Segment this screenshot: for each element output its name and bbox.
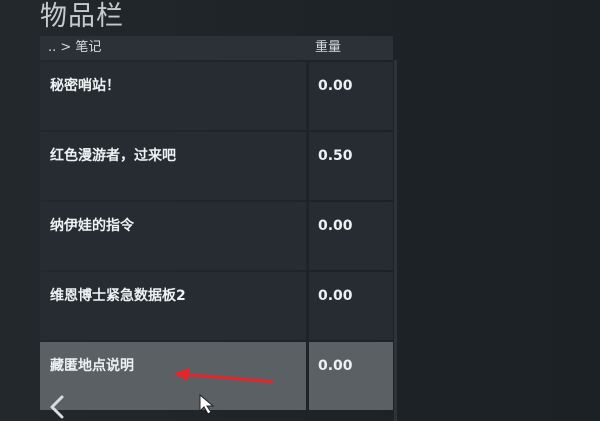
item-row[interactable]: 纳伊娃的指令 0.00 — [40, 202, 393, 270]
item-weight: 0.00 — [318, 218, 353, 234]
item-name: 秘密哨站！ — [50, 78, 120, 94]
item-weight-cell[interactable]: 0.50 — [309, 132, 393, 200]
item-name-cell[interactable]: 维恩博士紧急数据板2 — [40, 272, 306, 340]
item-weight-cell[interactable]: 0.00 — [309, 342, 393, 410]
weight-column-header[interactable]: 重量 — [315, 39, 341, 57]
item-name-cell[interactable]: 秘密哨站！ — [40, 62, 306, 130]
item-weight: 0.00 — [318, 288, 353, 304]
item-name: 维恩博士紧急数据板2 — [50, 288, 186, 304]
list-scrollbar[interactable] — [394, 60, 397, 421]
item-row[interactable]: 秘密哨站！ 0.00 — [40, 62, 393, 130]
inventory-screen: 物品栏 .. > 笔记 重量 秘密哨站！ 0.00 红色漫游者，过来吧 0.50… — [0, 0, 600, 421]
item-name-cell[interactable]: 纳伊娃的指令 — [40, 202, 306, 270]
mouse-cursor-icon — [199, 393, 215, 415]
item-row[interactable]: 红色漫游者，过来吧 0.50 — [40, 132, 393, 200]
item-weight-cell[interactable]: 0.00 — [309, 272, 393, 340]
item-weight: 0.50 — [318, 148, 353, 164]
item-weight: 0.00 — [318, 78, 353, 94]
item-name: 红色漫游者，过来吧 — [50, 148, 176, 164]
item-weight-cell[interactable]: 0.00 — [309, 62, 393, 130]
item-name-cell[interactable]: 红色漫游者，过来吧 — [40, 132, 306, 200]
item-weight-cell[interactable]: 0.00 — [309, 202, 393, 270]
chevron-left-icon[interactable] — [48, 394, 66, 420]
item-weight: 0.00 — [318, 358, 353, 374]
item-name: 纳伊娃的指令 — [50, 218, 134, 234]
page-title: 物品栏 — [40, 1, 124, 32]
list-header: .. > 笔记 重量 — [40, 36, 393, 60]
red-arrow-annotation — [174, 368, 274, 384]
breadcrumb[interactable]: .. > 笔记 — [48, 39, 101, 57]
item-row[interactable]: 维恩博士紧急数据板2 0.00 — [40, 272, 393, 340]
item-name: 藏匿地点说明 — [50, 358, 134, 374]
item-list: 秘密哨站！ 0.00 红色漫游者，过来吧 0.50 纳伊娃的指令 0.00 维恩… — [40, 62, 393, 412]
